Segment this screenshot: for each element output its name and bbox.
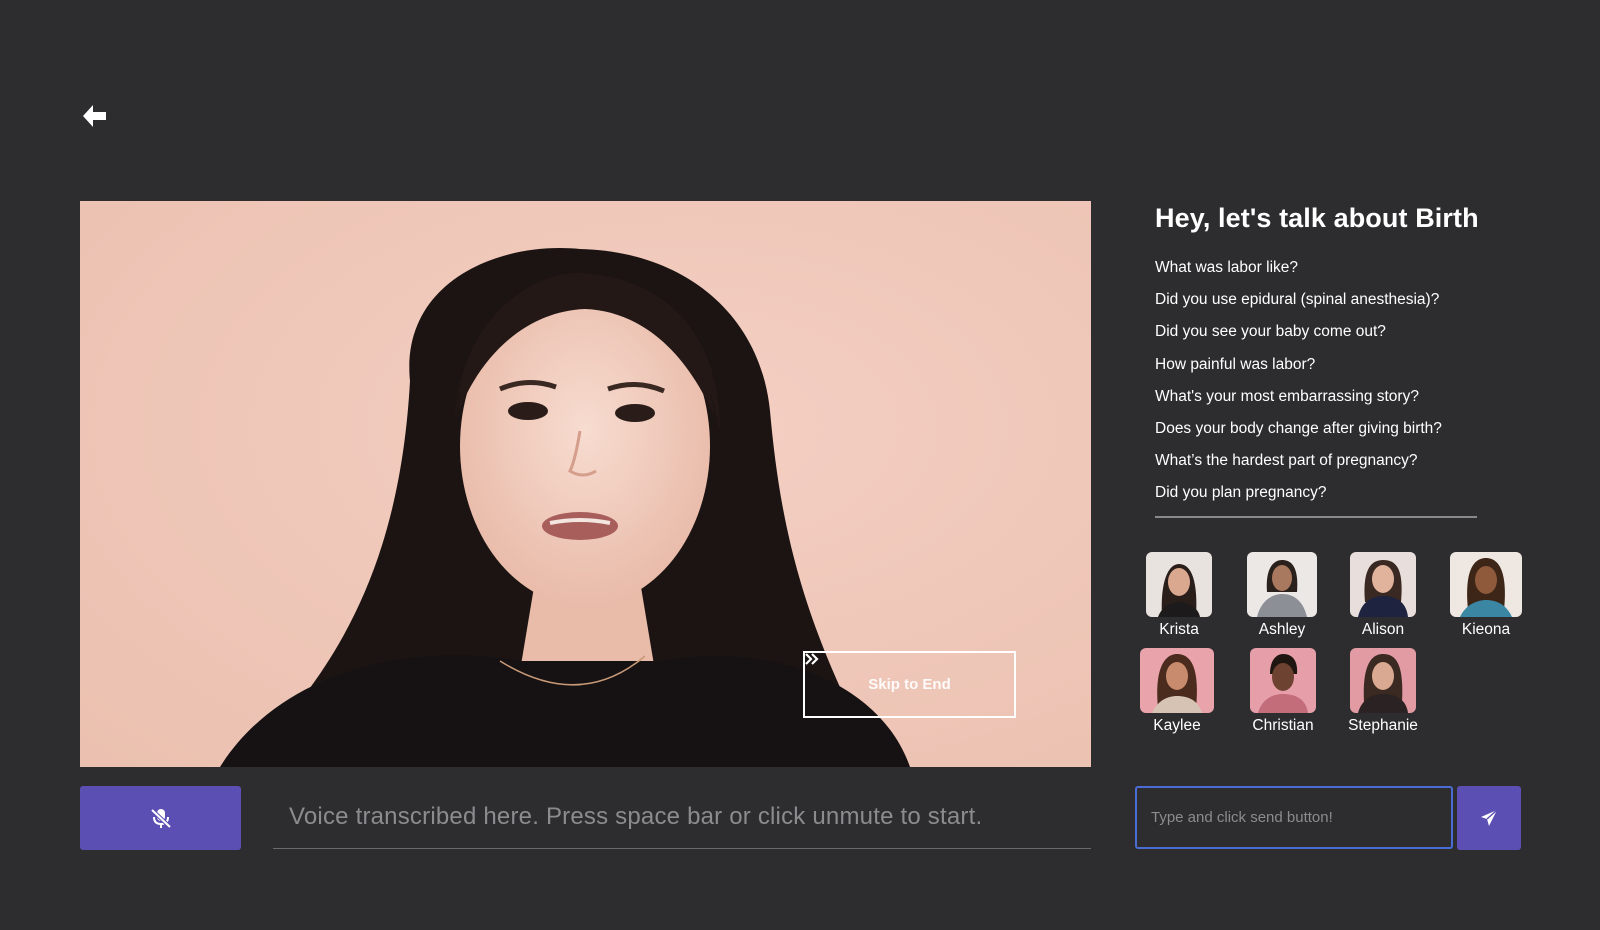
avatar [1250,648,1316,713]
avatar [1140,648,1214,713]
person-name: Kaylee [1153,717,1201,734]
person-card-ashley[interactable]: Ashley [1244,552,1320,640]
question-item[interactable]: Did you use epidural (spinal anesthesia)… [1155,284,1495,316]
skip-to-end-button[interactable]: Skip to End [803,651,1016,718]
avatar [1350,648,1416,713]
question-list: What was labor like? Did you use epidura… [1155,252,1495,510]
send-button[interactable] [1457,786,1521,850]
person-name: Christian [1252,717,1314,734]
avatar [1247,552,1317,617]
app-page: Skip to End Voice transcribed here. Pres… [0,0,1600,930]
person-card-kaylee[interactable]: Kaylee [1139,648,1215,736]
person-card-alison[interactable]: Alison [1345,552,1421,640]
arrow-left-icon [83,105,106,127]
avatar [1450,552,1522,617]
skip-to-end-label: Skip to End [868,676,951,693]
question-item[interactable]: What was labor like? [1155,252,1495,284]
question-item[interactable]: Did you see your baby come out? [1155,316,1495,348]
person-name: Ashley [1258,621,1306,638]
person-name: Kieona [1461,621,1511,638]
question-item[interactable]: Did you plan pregnancy? [1155,477,1495,509]
person-name: Krista [1159,621,1199,638]
double-chevron-right-icon [805,653,819,665]
video-player[interactable]: Skip to End [80,201,1091,767]
person-card-stephanie[interactable]: Stephanie [1345,648,1421,736]
person-card-krista[interactable]: Krista [1141,552,1217,640]
panel-divider [1155,516,1477,518]
avatar [1146,552,1212,617]
person-card-christian[interactable]: Christian [1245,648,1321,736]
question-item[interactable]: What’s the hardest part of pregnancy? [1155,445,1495,477]
paper-plane-icon [1481,809,1498,826]
back-button[interactable] [78,100,110,132]
person-name: Stephanie [1348,717,1418,734]
topic-panel: Hey, let's talk about Birth What was lab… [1155,196,1495,510]
microphone-slash-icon [150,808,171,829]
topic-title: Hey, let's talk about Birth [1155,203,1479,233]
question-item[interactable]: How painful was labor? [1155,349,1495,381]
person-name: Alison [1361,621,1405,638]
question-item[interactable]: Does your body change after giving birth… [1155,413,1495,445]
voice-transcript-field: Voice transcribed here. Press space bar … [273,786,1091,849]
question-item[interactable]: What's your most embarrassing story? [1155,381,1495,413]
chat-input[interactable] [1135,786,1453,849]
unmute-button[interactable] [80,786,241,850]
avatar [1350,552,1416,617]
person-card-kieona[interactable]: Kieona [1448,552,1524,640]
